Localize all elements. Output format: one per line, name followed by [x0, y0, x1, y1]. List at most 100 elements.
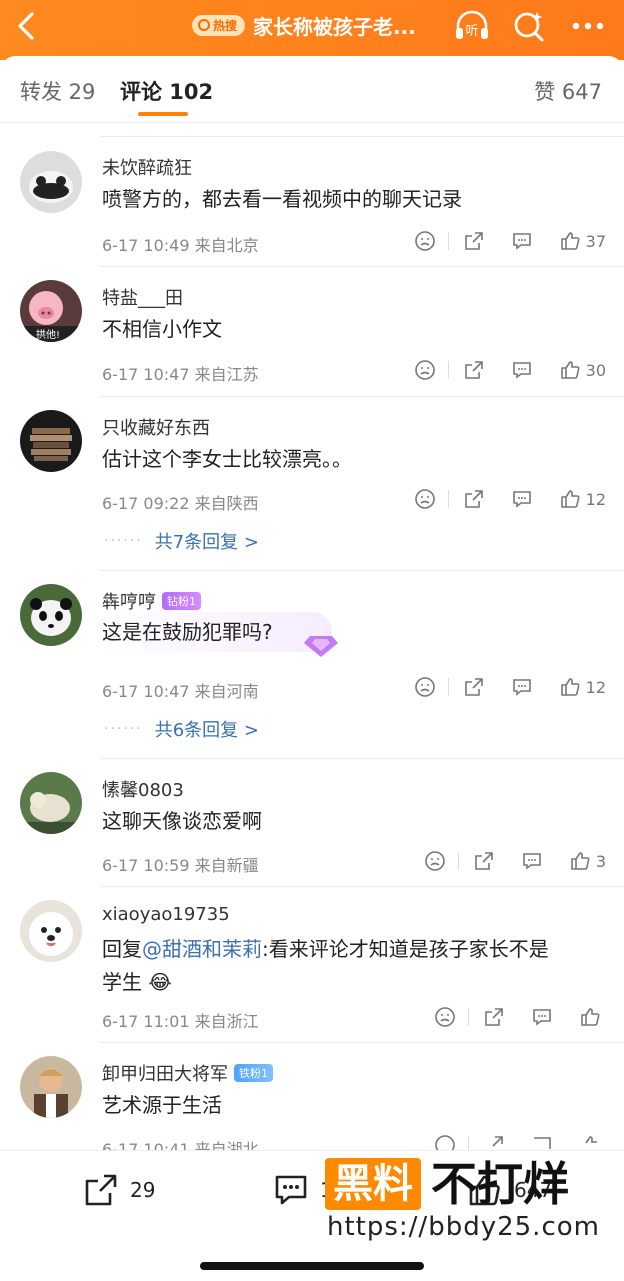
- dislike-button[interactable]: [434, 1006, 456, 1028]
- avatar[interactable]: [20, 410, 82, 472]
- comment-text: 估计这个李女士比较漂亮。。: [102, 447, 352, 471]
- title-area[interactable]: 热搜 家长称被孩子老...: [192, 12, 416, 39]
- username[interactable]: 只收藏好东西: [102, 414, 210, 440]
- search-sparkle-icon[interactable]: [510, 8, 550, 44]
- username[interactable]: 犇哼哼 钻粉1: [102, 588, 201, 614]
- like-button[interactable]: 30: [559, 359, 606, 381]
- comment-item: 只收藏好东西 估计这个李女士比较漂亮。。 6-17 09:22 来自陕西 12 …: [0, 396, 624, 570]
- comment-actions: 37: [414, 228, 606, 254]
- username[interactable]: 卸甲归田大将军 铁粉1: [102, 1060, 273, 1086]
- like-button[interactable]: 12: [559, 488, 606, 510]
- view-replies-link[interactable]: ······ 共6条回复 >: [104, 716, 259, 742]
- share-button[interactable]: [473, 850, 495, 872]
- mention-link[interactable]: @甜酒和茉莉: [142, 937, 262, 961]
- watermark-text: 不打烊: [431, 1157, 569, 1211]
- hot-search-tag: 热搜: [192, 14, 246, 36]
- comment-item: 愫馨0803 这聊天像谈恋爱啊 6-17 10:59 来自新疆 3: [0, 758, 624, 886]
- username[interactable]: 特盐___田: [102, 284, 183, 310]
- page-title: 家长称被孩子老...: [253, 14, 416, 39]
- tab-bar: 转发 29 评论 102 赞 647: [0, 56, 624, 122]
- watermark-url: https://bbdy25.com: [327, 1212, 600, 1242]
- svg-text:听: 听: [465, 24, 478, 39]
- back-arrow-icon[interactable]: [14, 8, 38, 44]
- avatar[interactable]: 拱他!: [20, 280, 82, 342]
- comment-item: 未饮醉疏狂 喷警方的，都去看一看视频中的聊天记录 6-17 10:49 来自北京…: [0, 136, 624, 266]
- bottom-repost-button[interactable]: 29: [82, 1171, 155, 1209]
- like-button[interactable]: 12: [559, 676, 606, 698]
- reply-button[interactable]: [531, 1006, 553, 1028]
- comment-icon: [533, 1009, 551, 1026]
- diamond-icon: [304, 636, 338, 657]
- username[interactable]: xiaoyao19735: [102, 904, 230, 925]
- divider: [100, 758, 624, 759]
- thumbs-up-icon: [571, 852, 590, 870]
- fan-badge: 钻粉1: [162, 592, 201, 610]
- comment-actions: 12: [414, 674, 606, 700]
- avatar-caption: 拱他!: [36, 328, 60, 341]
- comment-text: 这是在鼓励犯罪吗?: [102, 620, 273, 644]
- listen-headphones-icon[interactable]: 听: [452, 8, 492, 44]
- tab-repost[interactable]: 转发 29: [20, 76, 95, 106]
- comment-text: 回复@甜酒和茉莉:看来评论才知道是孩子家长不是 学生 😂: [102, 937, 549, 994]
- comment-icon: [523, 853, 541, 870]
- separator: [457, 852, 459, 870]
- share-button[interactable]: [463, 359, 485, 381]
- comment-meta: 6-17 11:01 来自浙江: [102, 1012, 259, 1031]
- sad-face-icon: [414, 677, 435, 697]
- tab-likes[interactable]: 赞 647: [534, 76, 602, 106]
- comment-icon: [512, 491, 531, 508]
- comment-item: 拱他! 特盐___田 不相信小作文 6-17 10:47 来自江苏 30: [0, 266, 624, 396]
- reply-button[interactable]: [511, 359, 533, 381]
- separator: [468, 1008, 469, 1026]
- separator: [447, 490, 449, 508]
- reply-button[interactable]: [511, 230, 533, 252]
- thumbs-up-icon: [581, 1008, 600, 1026]
- home-indicator: [200, 1262, 424, 1270]
- reply-button[interactable]: [511, 488, 533, 510]
- dislike-button[interactable]: [414, 359, 436, 381]
- dislike-button[interactable]: [414, 488, 436, 510]
- avatar[interactable]: [20, 151, 82, 213]
- ellipsis-icon: ······: [104, 533, 143, 549]
- share-icon: [464, 678, 483, 696]
- sad-face-icon: [435, 1007, 455, 1027]
- dislike-button[interactable]: [414, 676, 436, 698]
- comment-actions: [434, 1004, 606, 1030]
- comment-text: 喷警方的，都去看一看视频中的聊天记录: [102, 187, 462, 211]
- thumbs-up-icon: [560, 361, 580, 379]
- comment-meta: 6-17 10:47 来自江苏: [102, 365, 259, 384]
- reply-button[interactable]: [521, 850, 543, 872]
- share-icon: [464, 232, 483, 250]
- like-button[interactable]: 3: [569, 850, 606, 872]
- share-icon: [475, 852, 493, 870]
- fan-badge: 铁粉1: [234, 1064, 273, 1082]
- comment-meta: 6-17 10:59 来自新疆: [102, 856, 259, 875]
- comment-meta: 6-17 09:22 来自陕西: [102, 494, 259, 513]
- dislike-button[interactable]: [424, 850, 446, 872]
- reply-button[interactable]: [511, 676, 533, 698]
- divider: [100, 570, 624, 571]
- ellipsis-icon: ······: [104, 721, 143, 737]
- avatar[interactable]: [20, 1056, 82, 1118]
- avatar[interactable]: [20, 772, 82, 834]
- dislike-button[interactable]: [414, 230, 436, 252]
- thumbs-up-icon: [560, 232, 580, 250]
- share-button[interactable]: [463, 488, 485, 510]
- like-button[interactable]: [579, 1006, 606, 1028]
- view-replies-link[interactable]: ······ 共7条回复 >: [104, 528, 259, 554]
- avatar[interactable]: [20, 900, 82, 962]
- avatar[interactable]: [20, 584, 82, 646]
- active-tab-indicator: [138, 112, 188, 116]
- share-button[interactable]: [463, 676, 485, 698]
- comment-item: xiaoyao19735 回复@甜酒和茉莉:看来评论才知道是孩子家长不是 学生 😂…: [0, 886, 624, 1042]
- comment-meta: 6-17 10:47 来自河南: [102, 682, 259, 701]
- more-icon[interactable]: [568, 8, 608, 44]
- share-button[interactable]: [463, 230, 485, 252]
- separator: [447, 361, 449, 379]
- username[interactable]: 未饮醉疏狂: [102, 154, 192, 180]
- thumbs-up-icon: [560, 490, 580, 508]
- share-button[interactable]: [483, 1006, 505, 1028]
- username[interactable]: 愫馨0803: [102, 776, 184, 802]
- like-button[interactable]: 37: [559, 230, 606, 252]
- comment-icon: [275, 1175, 307, 1205]
